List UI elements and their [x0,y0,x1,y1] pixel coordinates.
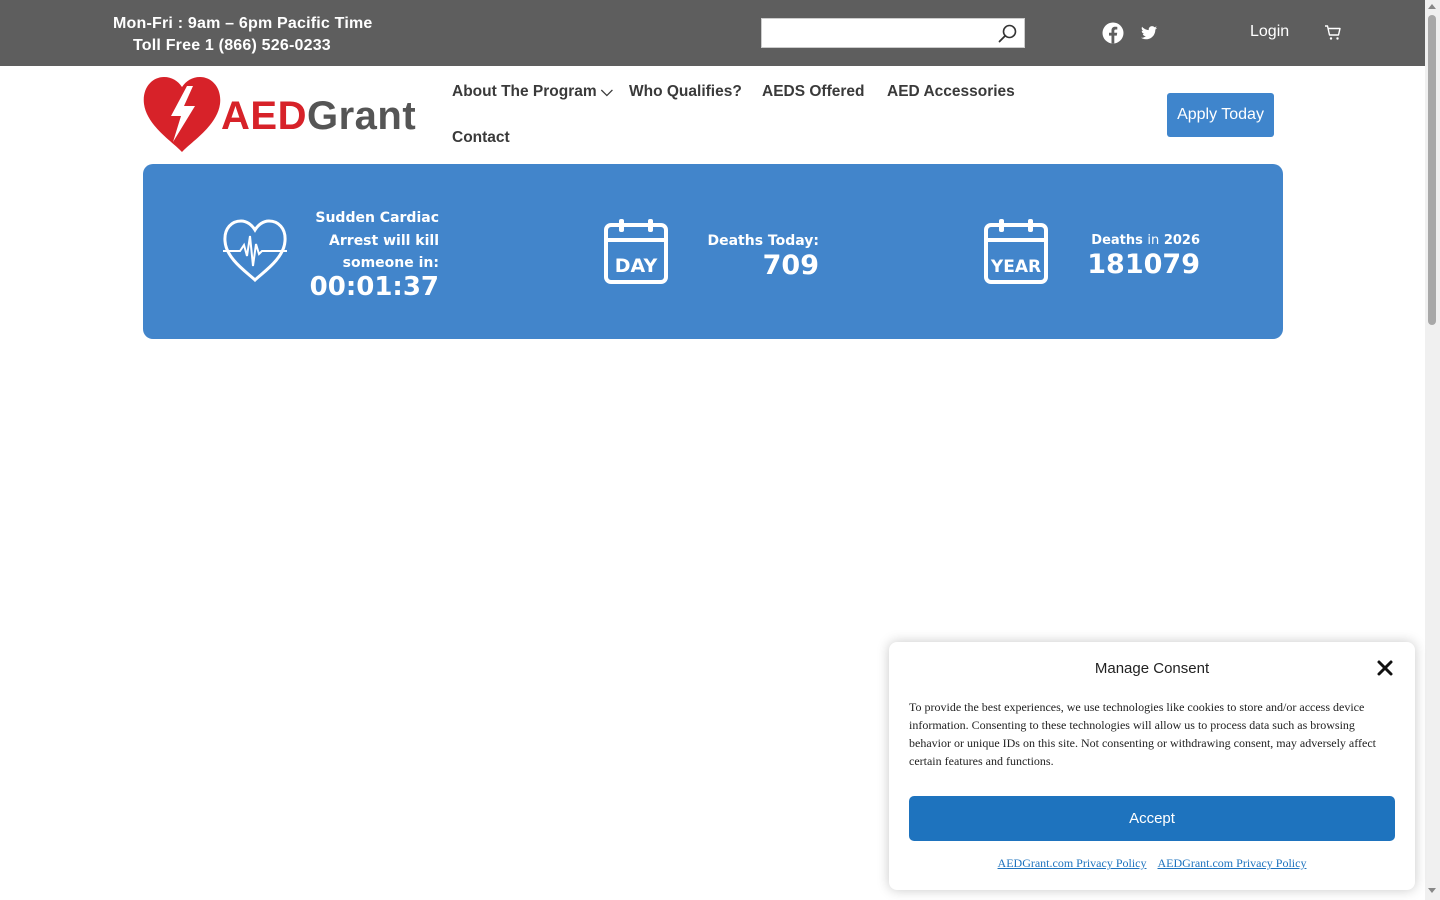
page-scrollbar[interactable] [1425,0,1440,900]
calendar-day-text: DAY [615,255,658,277]
apply-today-button[interactable]: Apply Today [1167,93,1274,137]
login-link[interactable]: Login [1250,23,1289,41]
calendar-year-text: YEAR [990,257,1041,277]
search-box [761,18,1025,48]
deaths-year-in: in [1147,233,1160,248]
privacy-policy-link[interactable]: AEDGrant.com Privacy Policy [998,856,1147,870]
phone-number[interactable]: Toll Free 1 (866) 526-0233 [113,35,373,57]
deaths-today-value: 709 [762,250,819,281]
consent-dialog: Manage Consent To provide the best exper… [889,642,1415,890]
calendar-day-icon: DAY [603,218,669,289]
nav-who-qualifies[interactable]: Who Qualifies? [629,83,742,101]
contact-info: Mon-Fri : 9am – 6pm Pacific Time Toll Fr… [113,13,373,57]
cart-icon[interactable] [1324,24,1342,42]
consent-text: To provide the best experiences, we use … [909,700,1376,768]
nav-aeds-offered[interactable]: AEDS Offered [762,83,865,101]
scroll-down-arrow-icon[interactable] [1428,888,1436,893]
deaths-year-value: 181079 [1087,249,1200,280]
site-logo[interactable]: AEDGrant [143,76,425,154]
heart-bolt-icon [143,77,221,152]
twitter-icon[interactable] [1141,26,1157,40]
scrollbar-thumb[interactable] [1428,15,1436,325]
logo-aed: AED [221,94,307,138]
search-icon[interactable] [996,22,1020,46]
top-bar: Mon-Fri : 9am – 6pm Pacific Time Toll Fr… [0,0,1425,66]
countdown-label-line: Sudden Cardiac [315,210,439,226]
deaths-year-prefix: Deaths [1091,233,1143,248]
countdown-value: 00:01:37 [309,272,439,302]
consent-title: Manage Consent [1094,660,1210,677]
search-input[interactable] [762,19,992,47]
close-icon[interactable] [1376,659,1394,677]
accept-button[interactable]: Accept [909,796,1395,841]
nav-aed-accessories[interactable]: AED Accessories [887,83,1015,101]
calendar-year-icon: YEAR [983,218,1049,289]
countdown-label-line: Arrest will kill [329,232,439,249]
nav-contact[interactable]: Contact [452,129,510,147]
logo-wordmark: AEDGrant [221,94,416,139]
scroll-up-arrow-icon[interactable] [1428,4,1436,9]
logo-grant: Grant [306,94,417,138]
policy-links: AEDGrant.com Privacy Policy AEDGrant.com… [889,856,1415,871]
stats-banner: Sudden Cardiac Arrest will kill someone … [143,164,1283,339]
deaths-year-year: 2026 [1163,233,1200,248]
business-hours: Mon-Fri : 9am – 6pm Pacific Time [113,15,373,32]
privacy-policy-link[interactable]: AEDGrant.com Privacy Policy [1158,856,1307,870]
heartbeat-icon [222,218,288,289]
facebook-icon[interactable] [1102,22,1124,44]
countdown-label: Sudden Cardiac Arrest will kill someone … [293,207,439,275]
nav-about-the-program[interactable]: About The Program ⌵ [452,83,613,101]
